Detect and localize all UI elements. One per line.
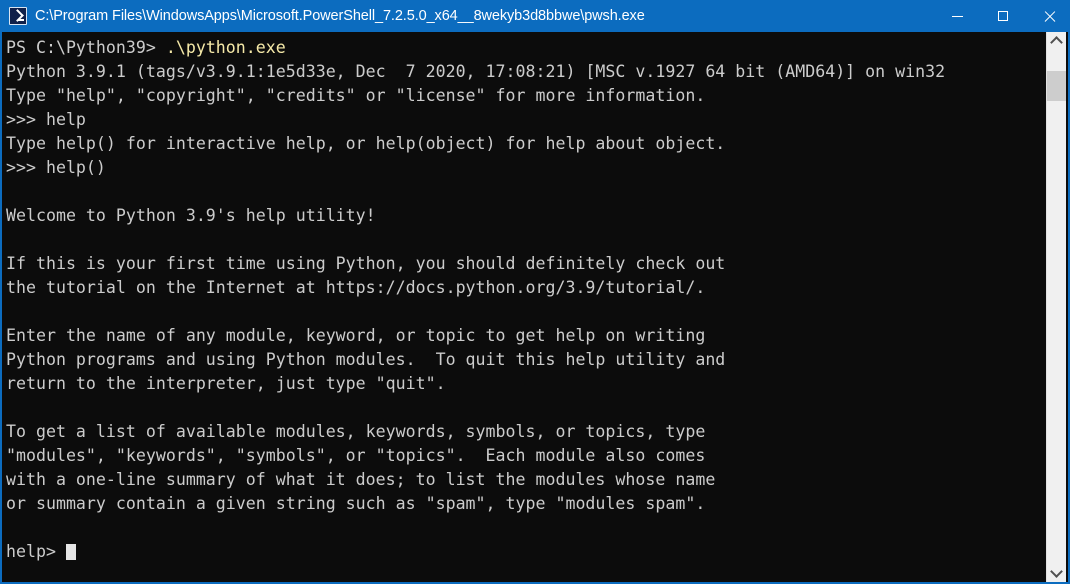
terminal-line: >>> help() [6,156,1050,180]
terminal-lines: PS C:\Python39> .\python.exe Python 3.9.1… [6,36,1050,564]
terminal-line: Type "help", "copyright", "credits" or "… [6,84,1050,108]
terminal-line: To get a list of available modules, keyw… [6,420,1050,444]
terminal-line: "modules", "keywords", "symbols", or "to… [6,444,1050,468]
terminal-command-text: .\python.exe [165,38,286,57]
terminal-text: PS C:\Python39> [6,38,166,57]
scrollbar-thumb[interactable] [1047,70,1066,102]
terminal-line: Python programs and using Python modules… [6,348,1050,372]
maximize-icon [998,11,1008,21]
terminal-text: If this is your first time using Python,… [6,254,726,273]
terminal-line: Welcome to Python 3.9's help utility! [6,204,1050,228]
terminal-line: PS C:\Python39> .\python.exe [6,36,1050,60]
minimize-button[interactable] [934,0,980,32]
close-icon [1043,10,1056,23]
title-bar[interactable]: C:\Program Files\WindowsApps\Microsoft.P… [2,0,1068,32]
terminal-output-area[interactable]: PS C:\Python39> .\python.exe Python 3.9.1… [4,32,1050,582]
terminal-text: >>> help() [6,158,106,177]
close-button[interactable] [1026,0,1068,32]
vertical-scrollbar[interactable] [1046,32,1066,582]
terminal-text: To get a list of available modules, keyw… [6,422,706,441]
scroll-up-button[interactable] [1047,32,1066,50]
terminal-text: the tutorial on the Internet at https://… [6,278,706,297]
terminal-text: >>> help [6,110,86,129]
scroll-down-arrow-icon [1050,565,1063,578]
terminal-text: Type "help", "copyright", "credits" or "… [6,86,706,105]
maximize-button[interactable] [980,0,1026,32]
terminal-line: the tutorial on the Internet at https://… [6,276,1050,300]
terminal-line: with a one-line summary of what it does;… [6,468,1050,492]
terminal-line: help> [6,540,1050,564]
scroll-up-arrow-icon [1050,36,1063,49]
terminal-text: Enter the name of any module, keyword, o… [6,326,706,345]
window-title: C:\Program Files\WindowsApps\Microsoft.P… [35,8,645,24]
terminal-line: >>> help [6,108,1050,132]
terminal-text: "modules", "keywords", "symbols", or "to… [6,446,706,465]
terminal-text: Welcome to Python 3.9's help utility! [6,206,376,225]
text-cursor [65,544,76,560]
terminal-text: Python 3.9.1 (tags/v3.9.1:1e5d33e, Dec 7… [6,62,946,81]
terminal-text: with a one-line summary of what it does;… [6,470,716,489]
terminal-line: Type help() for interactive help, or hel… [6,132,1050,156]
terminal-text: or summary contain a given string such a… [6,494,706,513]
terminal-line: Python 3.9.1 (tags/v3.9.1:1e5d33e, Dec 7… [6,60,1050,84]
terminal-line: or summary contain a given string such a… [6,492,1050,516]
window-controls [934,0,1068,32]
scroll-down-button[interactable] [1047,564,1066,582]
terminal-line: return to the interpreter, just type "qu… [6,372,1050,396]
terminal-text: Type help() for interactive help, or hel… [6,134,726,153]
terminal-line: Enter the name of any module, keyword, o… [6,324,1050,348]
terminal-text: help> [6,542,66,561]
terminal-line: If this is your first time using Python,… [6,252,1050,276]
terminal-text: return to the interpreter, just type "qu… [6,374,446,393]
powershell-icon [9,7,27,25]
minimize-icon [951,16,963,17]
powershell-window: C:\Program Files\WindowsApps\Microsoft.P… [0,0,1070,584]
terminal-text: Python programs and using Python modules… [6,350,726,369]
